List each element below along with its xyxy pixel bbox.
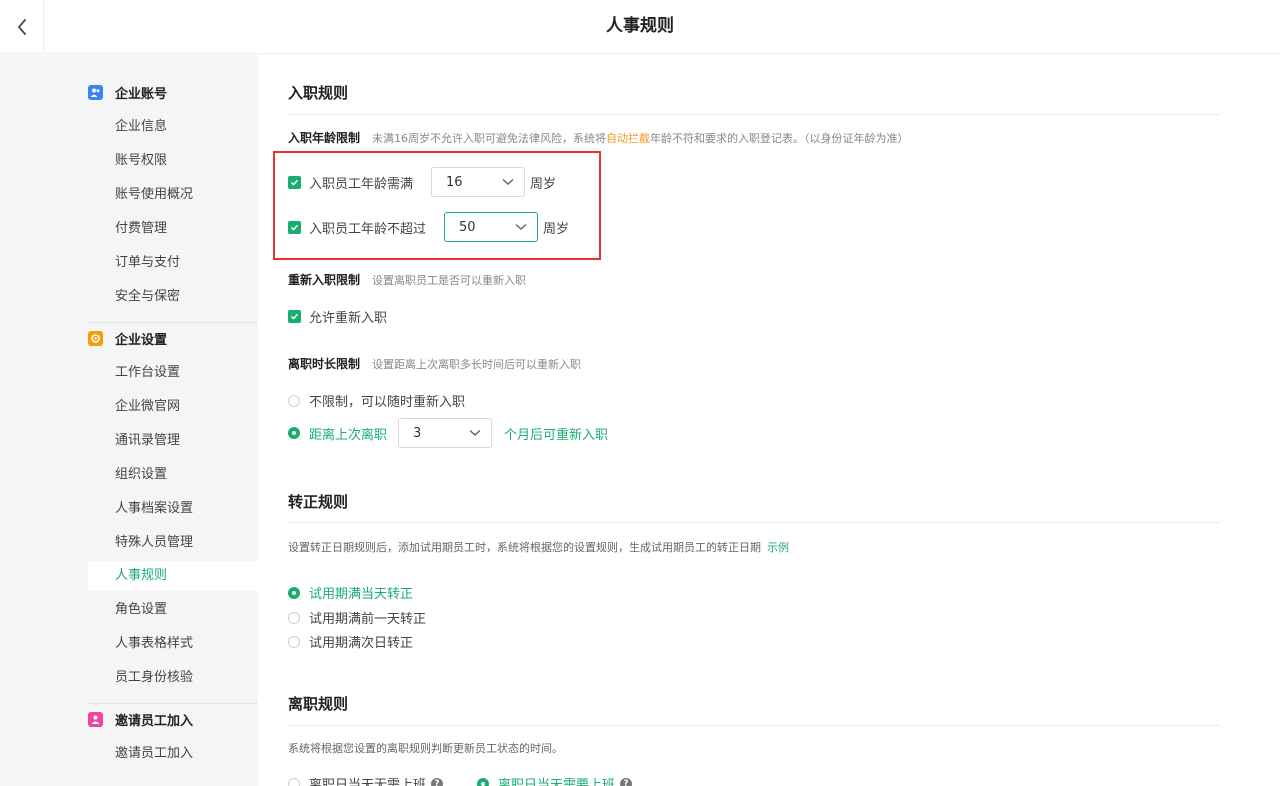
sidebar-item-workbench-settings[interactable]: 工作台设置 — [88, 358, 258, 388]
example-link[interactable]: 示例 — [767, 541, 789, 554]
rehire-description: 设置离职员工是否可以重新入职 — [372, 273, 527, 287]
sidebar-item-hr-rules[interactable]: 人事规则 — [88, 561, 258, 591]
resignation-option-label: 离职日当天需要上班 — [498, 778, 616, 786]
allow-rehire-label: 允许重新入职 — [309, 311, 388, 326]
min-age-row: 入职员工年龄需满 16 周岁 — [288, 167, 556, 197]
regularization-radio-same-day[interactable] — [288, 586, 300, 599]
rehire-label: 重新入职限制 — [288, 273, 361, 287]
sidebar-item-enterprise-info[interactable]: 企业信息 — [88, 112, 258, 142]
sidebar-item-hr-records-settings[interactable]: 人事档案设置 — [88, 494, 258, 524]
sidebar-group-title: 企业账号 — [115, 86, 168, 102]
top-bar: 人事规则 — [0, 0, 1280, 54]
regularization-option-label: 试用期满次日转正 — [309, 636, 414, 651]
months-select[interactable]: 3 — [398, 418, 493, 448]
main-content: 入职规则 入职年龄限制 未满16周岁不允许入职可避免法律风险，系统将自动拦截年龄… — [258, 55, 1280, 786]
checkmark-icon — [290, 179, 299, 186]
leave-unlimited-row: 不限制，可以随时重新入职 — [288, 391, 465, 410]
min-age-unit: 周岁 — [530, 176, 557, 192]
sidebar-group-enterprise-settings: 企业设置 — [88, 328, 167, 348]
sidebar-divider — [88, 322, 258, 323]
age-limit-description: 未满16周岁不允许入职可避免法律风险，系统将自动拦截年龄不符和要求的入职登记表。… — [372, 131, 909, 145]
chevron-down-icon — [502, 178, 514, 185]
sidebar-item-special-personnel[interactable]: 特殊人员管理 — [88, 528, 258, 558]
resignation-options-row: 离职日当天无需上班 ? 离职日当天需要上班 ? — [288, 774, 633, 786]
regularization-description: 设置转正日期规则后，添加试用期员工时，系统将根据您的设置规则，生成试用期员工的转… — [288, 541, 789, 554]
settings-icon — [88, 330, 103, 346]
max-age-row: 入职员工年龄不超过 50 周岁 — [288, 212, 569, 242]
help-icon[interactable]: ? — [431, 777, 444, 786]
section-divider — [288, 522, 1220, 523]
sidebar-item-identity-verification[interactable]: 员工身份核验 — [88, 663, 258, 693]
leave-since-radio[interactable] — [288, 427, 300, 439]
leave-since-row: 距离上次离职 3 个月后可重新入职 — [288, 418, 608, 448]
users-icon — [88, 84, 103, 100]
chevron-down-icon — [515, 223, 527, 230]
rehire-heading: 重新入职限制 设置离职员工是否可以重新入职 — [288, 271, 526, 288]
sidebar-item-role-settings[interactable]: 角色设置 — [88, 595, 258, 625]
regularization-option-label: 试用期满当天转正 — [309, 587, 414, 602]
checkmark-icon — [290, 224, 299, 231]
sidebar-group-title: 企业设置 — [115, 332, 168, 348]
help-icon[interactable]: ? — [620, 777, 633, 786]
sidebar-group-title: 邀请员工加入 — [115, 713, 194, 729]
min-age-select[interactable]: 16 — [431, 167, 526, 197]
sidebar-group-enterprise-account: 企业账号 — [88, 82, 167, 102]
resignation-option-label: 离职日当天无需上班 — [309, 778, 427, 786]
sidebar-item-security[interactable]: 安全与保密 — [88, 282, 258, 312]
leave-since-label: 距离上次离职 — [309, 427, 388, 443]
regularization-option-row: 试用期满次日转正 — [288, 632, 413, 651]
max-age-checkbox[interactable] — [288, 220, 301, 234]
months-suffix: 个月后可重新入职 — [504, 427, 609, 443]
resignation-radio-no-work[interactable] — [288, 777, 300, 786]
chevron-left-icon — [17, 19, 26, 35]
section-title-resignation: 离职规则 — [288, 695, 349, 713]
sidebar-item-billing[interactable]: 付费管理 — [88, 214, 258, 244]
section-divider — [288, 114, 1220, 115]
sidebar-item-contacts-management[interactable]: 通讯录管理 — [88, 426, 258, 456]
back-button[interactable] — [0, 0, 44, 54]
section-title-onboarding: 入职规则 — [288, 84, 349, 102]
min-age-label: 入职员工年龄需满 — [309, 176, 414, 192]
sidebar-item-orders-payment[interactable]: 订单与支付 — [88, 248, 258, 278]
auto-block-highlight: 自动拦截 — [606, 131, 651, 145]
sidebar-item-account-permissions[interactable]: 账号权限 — [88, 146, 258, 176]
leave-unlimited-radio[interactable] — [288, 394, 300, 407]
regularization-option-row: 试用期满当天转正 — [288, 583, 413, 602]
leave-unlimited-label: 不限制，可以随时重新入职 — [309, 395, 466, 410]
sidebar-item-hr-form-styles[interactable]: 人事表格样式 — [88, 629, 258, 659]
invite-user-icon — [88, 711, 103, 727]
age-limit-heading: 入职年龄限制 未满16周岁不允许入职可避免法律风险，系统将自动拦截年龄不符和要求… — [288, 129, 909, 146]
resignation-radio-work[interactable] — [477, 777, 490, 786]
sidebar-group-invite: 邀请员工加入 — [88, 709, 193, 729]
max-age-label: 入职员工年龄不超过 — [309, 221, 427, 237]
max-age-unit: 周岁 — [543, 221, 570, 237]
max-age-value: 50 — [459, 219, 476, 235]
sidebar-divider — [88, 703, 258, 704]
rehire-row: 允许重新入职 — [288, 307, 387, 326]
sidebar-item-micro-website[interactable]: 企业微官网 — [88, 392, 258, 422]
allow-rehire-checkbox[interactable] — [288, 310, 301, 323]
age-limit-label: 入职年龄限制 — [288, 131, 361, 145]
min-age-checkbox[interactable] — [288, 175, 301, 189]
regularization-option-row: 试用期满前一天转正 — [288, 608, 426, 627]
regularization-option-label: 试用期满前一天转正 — [309, 612, 427, 627]
max-age-select[interactable]: 50 — [444, 212, 539, 242]
page-title: 人事规则 — [606, 16, 674, 36]
min-age-value: 16 — [446, 174, 463, 190]
leave-duration-description: 设置距离上次离职多长时间后可以重新入职 — [372, 357, 582, 371]
sidebar-item-account-usage[interactable]: 账号使用概况 — [88, 180, 258, 210]
sidebar-item-invite-employees[interactable]: 邀请员工加入 — [88, 739, 258, 769]
regularization-radio-next-day[interactable] — [288, 635, 300, 648]
section-title-regularization: 转正规则 — [288, 493, 349, 511]
regularization-radio-day-before[interactable] — [288, 611, 300, 624]
leave-duration-heading: 离职时长限制 设置距离上次离职多长时间后可以重新入职 — [288, 355, 581, 372]
resignation-description: 系统将根据您设置的离职规则判断更新员工状态的时间。 — [288, 742, 563, 755]
leave-duration-label: 离职时长限制 — [288, 357, 361, 371]
chevron-down-icon — [469, 429, 481, 436]
months-value: 3 — [413, 425, 422, 441]
section-divider — [288, 725, 1220, 726]
sidebar-item-organization-settings[interactable]: 组织设置 — [88, 460, 258, 490]
checkmark-icon — [290, 313, 299, 320]
sidebar: 企业账号 企业信息 账号权限 账号使用概况 付费管理 订单与支付 安全与保密 企… — [0, 55, 258, 786]
